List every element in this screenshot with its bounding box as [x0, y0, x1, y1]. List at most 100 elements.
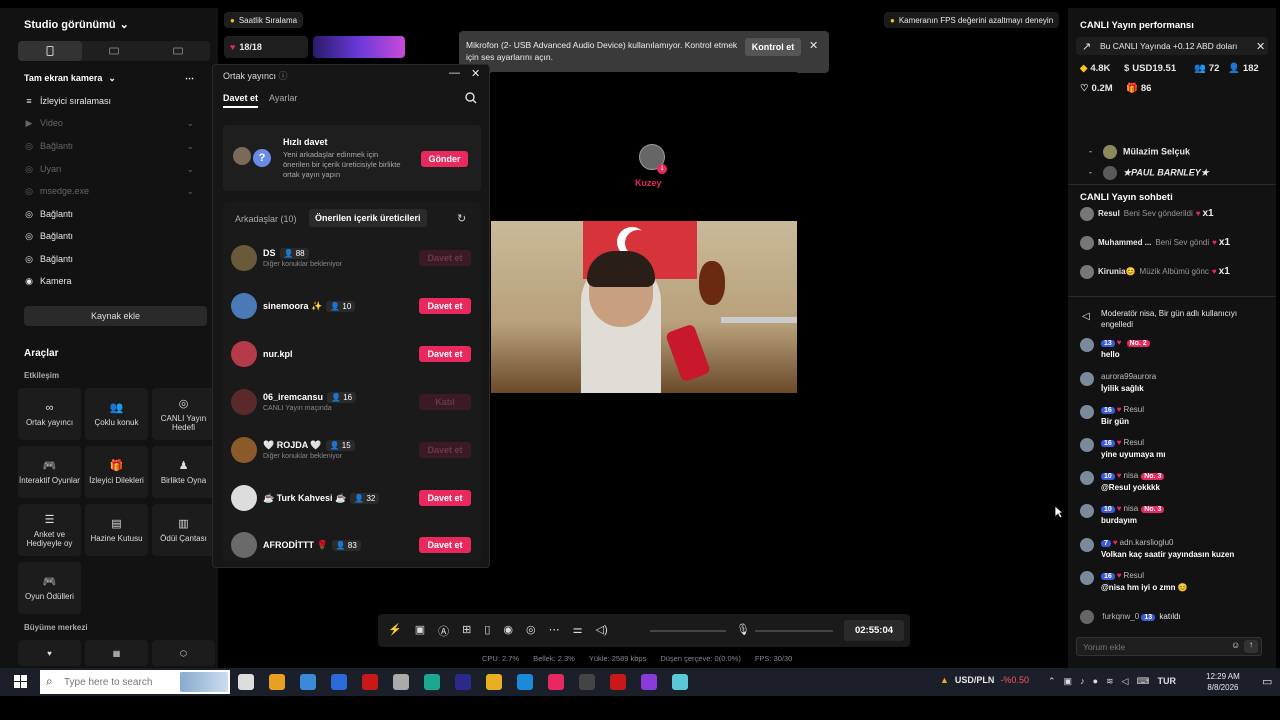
- source-item[interactable]: ◎ Uyarı ⌄: [24, 160, 194, 178]
- tool-button[interactable]: ♟ Birlikte Oyna: [152, 446, 215, 498]
- tool-button[interactable]: 👥 Çoklu konuk: [85, 388, 148, 440]
- close-icon[interactable]: ✕: [809, 39, 818, 52]
- invite-button[interactable]: Davet et: [419, 250, 471, 266]
- taskbar-search-input[interactable]: [64, 674, 174, 690]
- invite-button[interactable]: Davet et: [419, 490, 471, 506]
- wifi-icon[interactable]: ≋: [1106, 676, 1114, 687]
- mic-icon[interactable]: ●: [1093, 676, 1098, 687]
- source-item[interactable]: ◉ Kamera: [24, 272, 194, 290]
- gift-goal-pill[interactable]: ♥ 18/18: [224, 36, 308, 58]
- effects-icon[interactable]: ⚡: [388, 623, 402, 639]
- portrait-view-button[interactable]: [18, 41, 82, 61]
- growth-tool-1[interactable]: ♥: [18, 640, 81, 666]
- taskbar-app-icon[interactable]: [269, 674, 285, 690]
- send-button[interactable]: Gönder: [421, 151, 468, 167]
- invite-button[interactable]: Davet et: [419, 537, 471, 553]
- invite-button[interactable]: Katıl: [419, 394, 471, 410]
- taskbar-app-icon[interactable]: [331, 674, 347, 690]
- tool-button[interactable]: 🎮 Oyun Ödülleri: [18, 562, 81, 614]
- event-banner[interactable]: [313, 36, 405, 58]
- taskbar-app-icon[interactable]: [393, 674, 409, 690]
- check-button[interactable]: Kontrol et: [745, 38, 801, 56]
- source-item[interactable]: ≡ İzleyici sıralaması: [24, 92, 194, 110]
- tab-settings[interactable]: Ayarlar: [269, 93, 297, 103]
- notification-icon[interactable]: ▭: [1262, 675, 1272, 688]
- tool-button[interactable]: 🎁 İzleyici Dilekleri: [85, 446, 148, 498]
- portrait-icon[interactable]: ▯: [484, 623, 490, 639]
- language-indicator[interactable]: TUR: [1157, 676, 1176, 687]
- chevron-down-icon[interactable]: ⌄: [186, 164, 194, 175]
- tool-button[interactable]: ∞ Ortak yayıncı: [18, 388, 81, 440]
- emoji-icon[interactable]: ☺: [1231, 640, 1240, 650]
- landscape-view-button[interactable]: [82, 41, 146, 61]
- taskbar-app-icon[interactable]: [486, 674, 502, 690]
- invite-button[interactable]: Davet et: [419, 442, 471, 458]
- chevron-down-icon[interactable]: ⌄: [186, 186, 194, 197]
- camera-icon[interactable]: ▣: [1064, 676, 1073, 687]
- minimize-icon[interactable]: —: [449, 67, 460, 79]
- tool-button[interactable]: 🎮 İnteraktif Oyunlar: [18, 446, 81, 498]
- source-item[interactable]: ◎ Bağlantı: [24, 205, 194, 223]
- settings-icon[interactable]: ⚌: [573, 623, 583, 639]
- layout-icon[interactable]: ▣: [415, 623, 425, 639]
- hourly-ranking-pill[interactable]: ● Saatlik Sıralama: [224, 12, 304, 28]
- invite-button[interactable]: Davet et: [419, 298, 471, 314]
- more-icon[interactable]: ⋯: [549, 623, 560, 639]
- source-item[interactable]: ◎ Bağlantı ⌄: [24, 137, 194, 155]
- mic-slider[interactable]: [755, 630, 833, 632]
- taskbar-app-icon[interactable]: [610, 674, 626, 690]
- taskbar-app-icon[interactable]: [455, 674, 471, 690]
- suggested-creators-tab[interactable]: Önerilen içerik üreticileri: [309, 209, 427, 227]
- taskbar-app-icon[interactable]: [517, 674, 533, 690]
- tab-invite[interactable]: Davet et: [223, 93, 259, 108]
- record-icon[interactable]: ◉: [503, 623, 513, 639]
- taskbar-app-icon[interactable]: [300, 674, 316, 690]
- growth-tool-3[interactable]: ⬡: [152, 640, 215, 666]
- source-item[interactable]: ◎ msedge.exe ⌄: [24, 182, 194, 200]
- split-view-button[interactable]: [146, 41, 210, 61]
- windows-start-icon[interactable]: [14, 675, 28, 689]
- search-icon[interactable]: [465, 92, 477, 104]
- taskbar-app-icon[interactable]: [641, 674, 657, 690]
- volume-slider[interactable]: [650, 630, 726, 632]
- mic-icon[interactable]: 🎙: [736, 623, 750, 636]
- tool-button[interactable]: ▥ Ödül Çantası: [152, 504, 215, 556]
- friends-tab[interactable]: Arkadaşlar (10): [235, 214, 297, 224]
- taskbar-app-icon[interactable]: [548, 674, 564, 690]
- volume-icon[interactable]: ◁): [595, 623, 607, 639]
- speaker-icon[interactable]: ♪: [1080, 676, 1085, 687]
- taskbar-app-icon[interactable]: [424, 674, 440, 690]
- taskbar-app-icon[interactable]: [238, 674, 254, 690]
- chevron-down-icon[interactable]: ⌄: [186, 141, 194, 152]
- refresh-icon[interactable]: ↻: [457, 212, 466, 225]
- auto-icon[interactable]: Ⓐ: [438, 623, 449, 639]
- close-icon[interactable]: ✕: [1256, 40, 1265, 53]
- taskbar-app-icon[interactable]: [672, 674, 688, 690]
- tool-button[interactable]: ◎ CANLI Yayın Hedefi: [152, 388, 215, 440]
- currency-widget[interactable]: ▲ USD/PLN -%0.50: [940, 675, 1029, 685]
- send-arrow-icon[interactable]: ↑: [1244, 640, 1258, 653]
- taskbar-app-icon[interactable]: [362, 674, 378, 690]
- studio-view-dropdown[interactable]: Studio görünümü ⌄: [24, 18, 129, 32]
- taskbar-app-icon[interactable]: [579, 674, 595, 690]
- close-icon[interactable]: ✕: [471, 67, 480, 80]
- volume-icon[interactable]: ◁: [1122, 676, 1129, 687]
- keyboard-icon[interactable]: ⌨: [1136, 676, 1149, 687]
- clock[interactable]: 12:29 AM 8/8/2026: [1206, 671, 1240, 693]
- comment-input[interactable]: [1083, 640, 1223, 653]
- taskbar-search[interactable]: ⌕: [40, 670, 230, 694]
- growth-tool-2[interactable]: ▦: [85, 640, 148, 666]
- tool-button[interactable]: ☰ Anket ve Hediyeyle oy: [18, 504, 81, 556]
- invite-button[interactable]: Davet et: [419, 346, 471, 362]
- source-item[interactable]: ◎ Bağlantı: [24, 227, 194, 245]
- tool-button[interactable]: ▤ Hazine Kutusu: [85, 504, 148, 556]
- source-item[interactable]: ▶ Video ⌄: [24, 114, 194, 132]
- scene-title[interactable]: Tam ekran kamera ⌄ ⋯: [24, 69, 194, 87]
- more-options-icon[interactable]: ⋯: [185, 73, 194, 84]
- source-item[interactable]: ◎ Bağlantı: [24, 250, 194, 268]
- chevron-up-icon[interactable]: ⌃: [1048, 676, 1056, 687]
- chevron-down-icon[interactable]: ⌄: [186, 118, 194, 129]
- camera-icon[interactable]: ◎: [526, 623, 536, 639]
- add-source-button[interactable]: Kaynak ekle: [24, 306, 207, 326]
- add-icon[interactable]: ⊞: [462, 623, 471, 639]
